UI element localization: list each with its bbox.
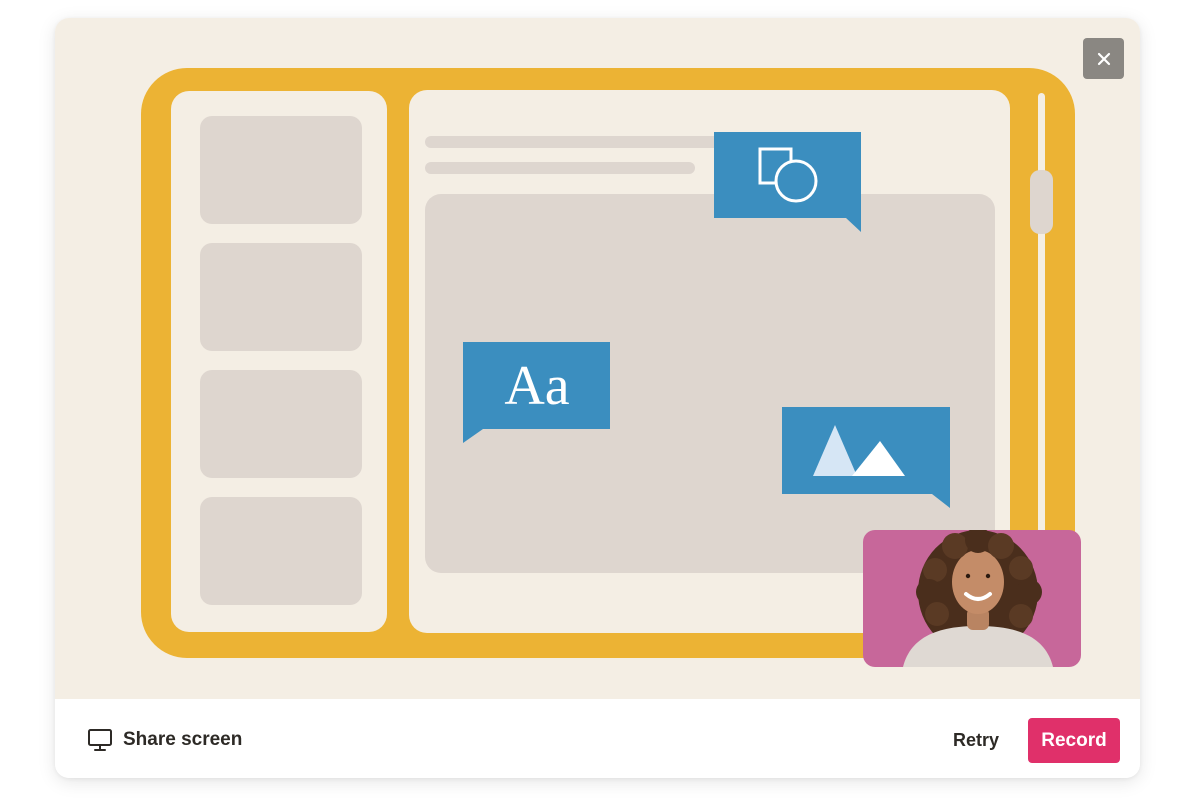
close-button[interactable] xyxy=(1083,38,1124,79)
image-bubble xyxy=(782,407,950,508)
retry-button[interactable]: Retry xyxy=(953,725,999,755)
preview-stage: Aa xyxy=(55,18,1140,699)
text-line-placeholder xyxy=(425,162,695,174)
text-line-placeholder xyxy=(425,136,725,148)
person-avatar xyxy=(903,530,1053,667)
text-bubble: Aa xyxy=(463,342,610,443)
webcam-preview xyxy=(863,530,1081,667)
scrollbar-track xyxy=(1038,93,1045,553)
thumbnail-placeholder xyxy=(200,497,362,605)
text-icon: Aa xyxy=(504,355,569,417)
monitor-icon xyxy=(88,729,112,751)
share-screen-button[interactable]: Share screen xyxy=(87,725,242,755)
share-screen-label: Share screen xyxy=(123,729,243,750)
scrollbar-thumb xyxy=(1030,170,1053,234)
thumbnail-placeholder xyxy=(200,116,362,224)
screen-recorder-modal: Aa Share screen Retry Record xyxy=(55,18,1140,778)
thumbnail-placeholder xyxy=(200,370,362,478)
shapes-bubble xyxy=(714,132,861,232)
recorder-toolbar: Share screen Retry Record xyxy=(55,699,1140,778)
record-button[interactable]: Record xyxy=(1028,718,1120,763)
thumbnail-placeholder xyxy=(200,243,362,351)
close-icon xyxy=(1097,52,1110,65)
